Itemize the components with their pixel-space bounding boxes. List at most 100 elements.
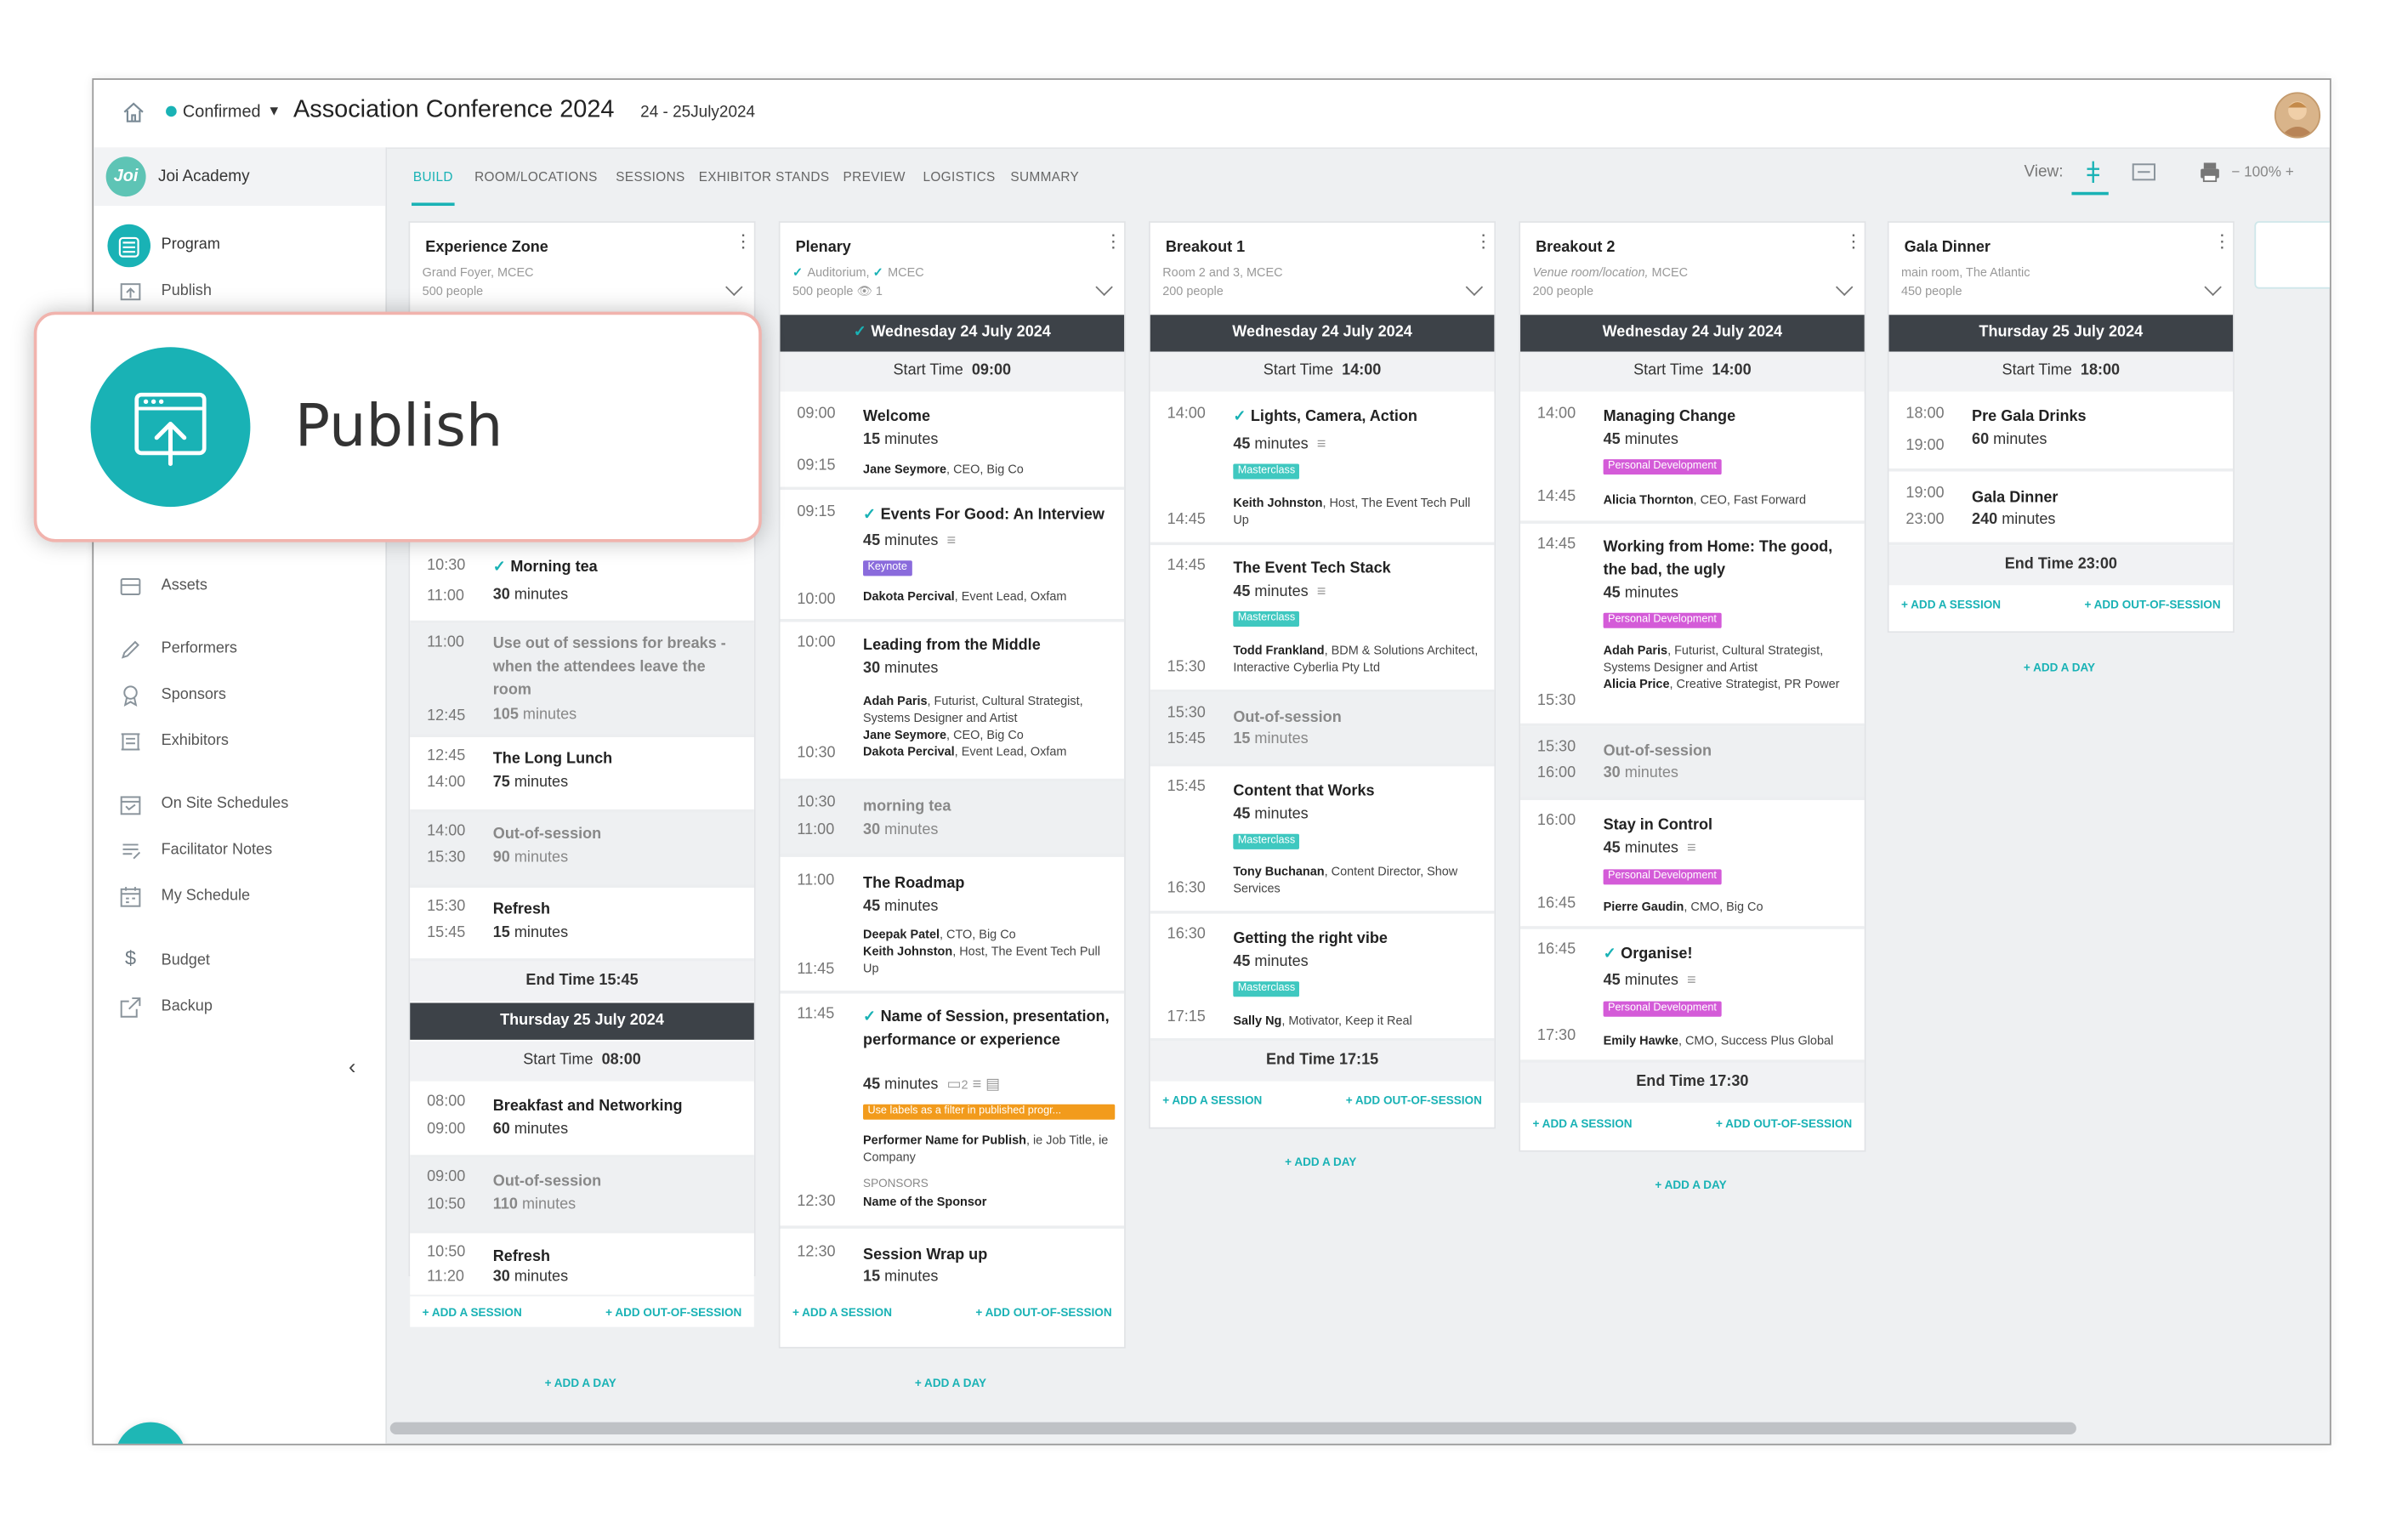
chat-button[interactable] [115, 1422, 186, 1444]
tab-logistics[interactable]: LOGISTICS [923, 169, 995, 185]
tab-sessions[interactable]: SESSIONS [616, 169, 684, 185]
more-options-icon[interactable]: ⋮ [1844, 232, 1863, 251]
chevron-down-icon[interactable] [1095, 278, 1113, 296]
add-session-button[interactable]: + ADD A SESSION [1162, 1093, 1262, 1107]
add-out-of-session-button[interactable]: + ADD OUT-OF-SESSION [1716, 1116, 1852, 1130]
session-card[interactable]: 10:30 11:00 ✓ Morning tea 30 minutes [410, 547, 754, 624]
session-card[interactable]: 11:00 11:45 The Roadmap 45 minutes Deepa… [780, 856, 1125, 994]
room-header[interactable]: Plenary ✓ Auditorium, ✓ MCEC 500 people 👁 … [781, 223, 1125, 312]
out-of-session-card[interactable]: 15:30 16:00 Out-of-session 30 minutes [1520, 726, 1865, 801]
room-capacity: 450 people [1900, 284, 1962, 298]
session-card[interactable]: 14:00 14:45 Managing Change 45 minutes P… [1520, 393, 1865, 524]
session-card[interactable]: 08:00 09:00 Breakfast and Networking 60 … [410, 1082, 754, 1158]
tab-summary[interactable]: SUMMARY [1010, 169, 1079, 185]
add-day-button[interactable]: + ADD A DAY [1888, 661, 2232, 674]
app-window: Confirmed ▼ Association Conference 2024 … [92, 78, 2331, 1445]
sidebar-item-budget[interactable]: $ Budget [94, 946, 385, 980]
sidebar-item-my-schedule[interactable]: My Schedule [94, 882, 385, 916]
sidebar-item-on-site-schedules[interactable]: On Site Schedules [94, 789, 385, 823]
home-icon[interactable] [122, 99, 146, 124]
session-card[interactable]: 16:45 17:30 ✓ Organise! 45 minutes ≡ Pers… [1520, 929, 1865, 1063]
zoom-control[interactable]: − 100% + [2231, 164, 2293, 181]
sidebar-item-backup[interactable]: Backup [94, 992, 385, 1026]
out-of-session-card[interactable]: 15:30 15:45 Out-of-session 15 minutes [1150, 692, 1495, 767]
sidebar-item-program[interactable]: Program [94, 224, 385, 268]
tab-build[interactable]: BUILD [413, 169, 453, 185]
session-card[interactable]: 10:50 11:20 Refresh 30 minutes [410, 1233, 754, 1295]
session-duration: 15 [492, 924, 510, 942]
add-room-column[interactable] [2254, 221, 2330, 289]
session-card[interactable]: 18:00 19:00 Pre Gala Drinks 60 minutes [1888, 393, 2234, 472]
horizontal-view-icon[interactable] [2130, 158, 2158, 186]
session-card[interactable]: 15:30 15:45 Refresh 15 minutes [410, 888, 754, 962]
session-card[interactable]: 14:45 15:30 The Event Tech Stack 45 minu… [1150, 545, 1495, 693]
tab-preview[interactable]: PREVIEW [843, 169, 906, 185]
out-of-session-card[interactable]: 11:00 12:45 Use out of sessions for brea… [410, 623, 754, 737]
session-card[interactable]: 16:30 17:15 Getting the right vibe 45 mi… [1150, 913, 1495, 1042]
out-of-session-card[interactable]: 14:00 15:30 Out-of-session 90 minutes [410, 812, 754, 889]
sidebar-item-performers[interactable]: Performers [94, 634, 385, 668]
session-card[interactable]: 09:00 09:15 Welcome 15 minutes Jane Seym… [780, 393, 1125, 491]
session-card[interactable]: 11:45 12:30 ✓ Name of Session, presentati… [780, 993, 1125, 1229]
sidebar-item-exhibitors[interactable]: Exhibitors [94, 726, 385, 760]
add-out-of-session-button[interactable]: + ADD OUT-OF-SESSION [2084, 598, 2220, 611]
add-day-button[interactable]: + ADD A DAY [1149, 1155, 1493, 1168]
session-card[interactable]: 12:30 Session Wrap up 15 minutes [780, 1229, 1125, 1297]
publish-icon-circle[interactable] [90, 347, 251, 508]
session-card[interactable]: 16:00 16:45 Stay in Control 45 minutes ≡… [1520, 800, 1865, 929]
add-out-of-session-button[interactable]: + ADD OUT-OF-SESSION [975, 1305, 1111, 1319]
sidebar-item-facilitator-notes[interactable]: Facilitator Notes [94, 836, 385, 870]
chevron-down-icon[interactable] [725, 278, 743, 296]
caret-down-icon[interactable]: ▼ [267, 103, 281, 118]
add-session-button[interactable]: + ADD A SESSION [792, 1305, 892, 1319]
add-day-button[interactable]: + ADD A DAY [1519, 1178, 1863, 1191]
session-card[interactable]: 09:15 10:00 ✓ Events For Good: An Intervi… [780, 490, 1125, 622]
session-card[interactable]: 19:00 23:00 Gala Dinner 240 minutes [1888, 471, 2234, 546]
more-options-icon[interactable]: ⋮ [1105, 232, 1123, 251]
comment-count: 2 [961, 1077, 968, 1093]
add-session-button[interactable]: + ADD A SESSION [1901, 598, 2001, 611]
session-card[interactable]: 14:45 15:30 Working from Home: The good,… [1520, 523, 1865, 727]
session-start: 14:45 [1536, 536, 1576, 554]
sidebar-item-sponsors[interactable]: Sponsors [94, 680, 385, 714]
export-icon [120, 997, 141, 1018]
room-header[interactable]: Breakout 1 Room 2 and 3, MCEC 200 people… [1150, 223, 1495, 312]
status-dot [166, 105, 177, 117]
sidebar-item-assets[interactable]: Assets [94, 571, 385, 605]
out-of-session-card[interactable]: 10:30 11:00 morning tea 30 minutes [780, 781, 1125, 857]
add-out-of-session-button[interactable]: + ADD OUT-OF-SESSION [1346, 1093, 1482, 1107]
chevron-down-icon[interactable] [1835, 278, 1854, 296]
print-icon[interactable] [2198, 160, 2223, 185]
collapse-sidebar-button[interactable]: ‹ [349, 1053, 355, 1078]
add-day-button[interactable]: + ADD A DAY [408, 1376, 752, 1389]
user-avatar[interactable] [2274, 92, 2321, 139]
chevron-down-icon[interactable] [2204, 278, 2222, 296]
horizontal-scrollbar[interactable] [389, 1422, 2076, 1435]
room-header[interactable]: Gala Dinner main room, The Atlantic 450 … [1889, 223, 2234, 312]
more-options-icon[interactable]: ⋮ [2213, 232, 2232, 251]
vertical-view-icon[interactable] [2079, 158, 2107, 186]
tab-exhibitor-stands[interactable]: EXHIBITOR STANDS [699, 169, 830, 185]
add-session-button[interactable]: + ADD A SESSION [1533, 1116, 1633, 1130]
tab-room-locations[interactable]: ROOM/LOCATIONS [474, 169, 598, 185]
room-capacity: 200 people [1532, 284, 1594, 298]
add-day-button[interactable]: + ADD A DAY [779, 1376, 1123, 1389]
sidebar-item-publish[interactable]: Publish [94, 276, 385, 310]
session-card[interactable]: 10:00 10:30 Leading from the Middle 30 m… [780, 622, 1125, 782]
status-dropdown[interactable]: Confirmed [183, 103, 261, 122]
session-card[interactable]: 15:45 16:30 Content that Works 45 minute… [1150, 766, 1495, 914]
room-header[interactable]: Breakout 2 Venue room/location, MCEC 200… [1520, 223, 1865, 312]
room-column: Breakout 2 Venue room/location, MCEC 200… [1519, 221, 1866, 1152]
org-switcher[interactable]: Joi Joi Academy [94, 147, 386, 207]
more-options-icon[interactable]: ⋮ [1474, 232, 1493, 251]
session-start: 15:45 [1167, 778, 1206, 796]
add-session-button[interactable]: + ADD A SESSION [423, 1305, 522, 1319]
session-duration: 15 [863, 431, 881, 449]
more-options-icon[interactable]: ⋮ [734, 232, 752, 251]
room-header[interactable]: Experience Zone Grand Foyer, MCEC 500 pe… [410, 223, 754, 312]
session-card[interactable]: 12:45 14:00 The Long Lunch 75 minutes [410, 737, 754, 813]
add-out-of-session-button[interactable]: + ADD OUT-OF-SESSION [605, 1305, 741, 1319]
session-card[interactable]: 14:00 14:45 ✓ Lights, Camera, Action 45 m… [1150, 393, 1495, 546]
out-of-session-card[interactable]: 09:00 10:50 Out-of-session 110 minutes [410, 1157, 754, 1234]
chevron-down-icon[interactable] [1465, 278, 1484, 296]
